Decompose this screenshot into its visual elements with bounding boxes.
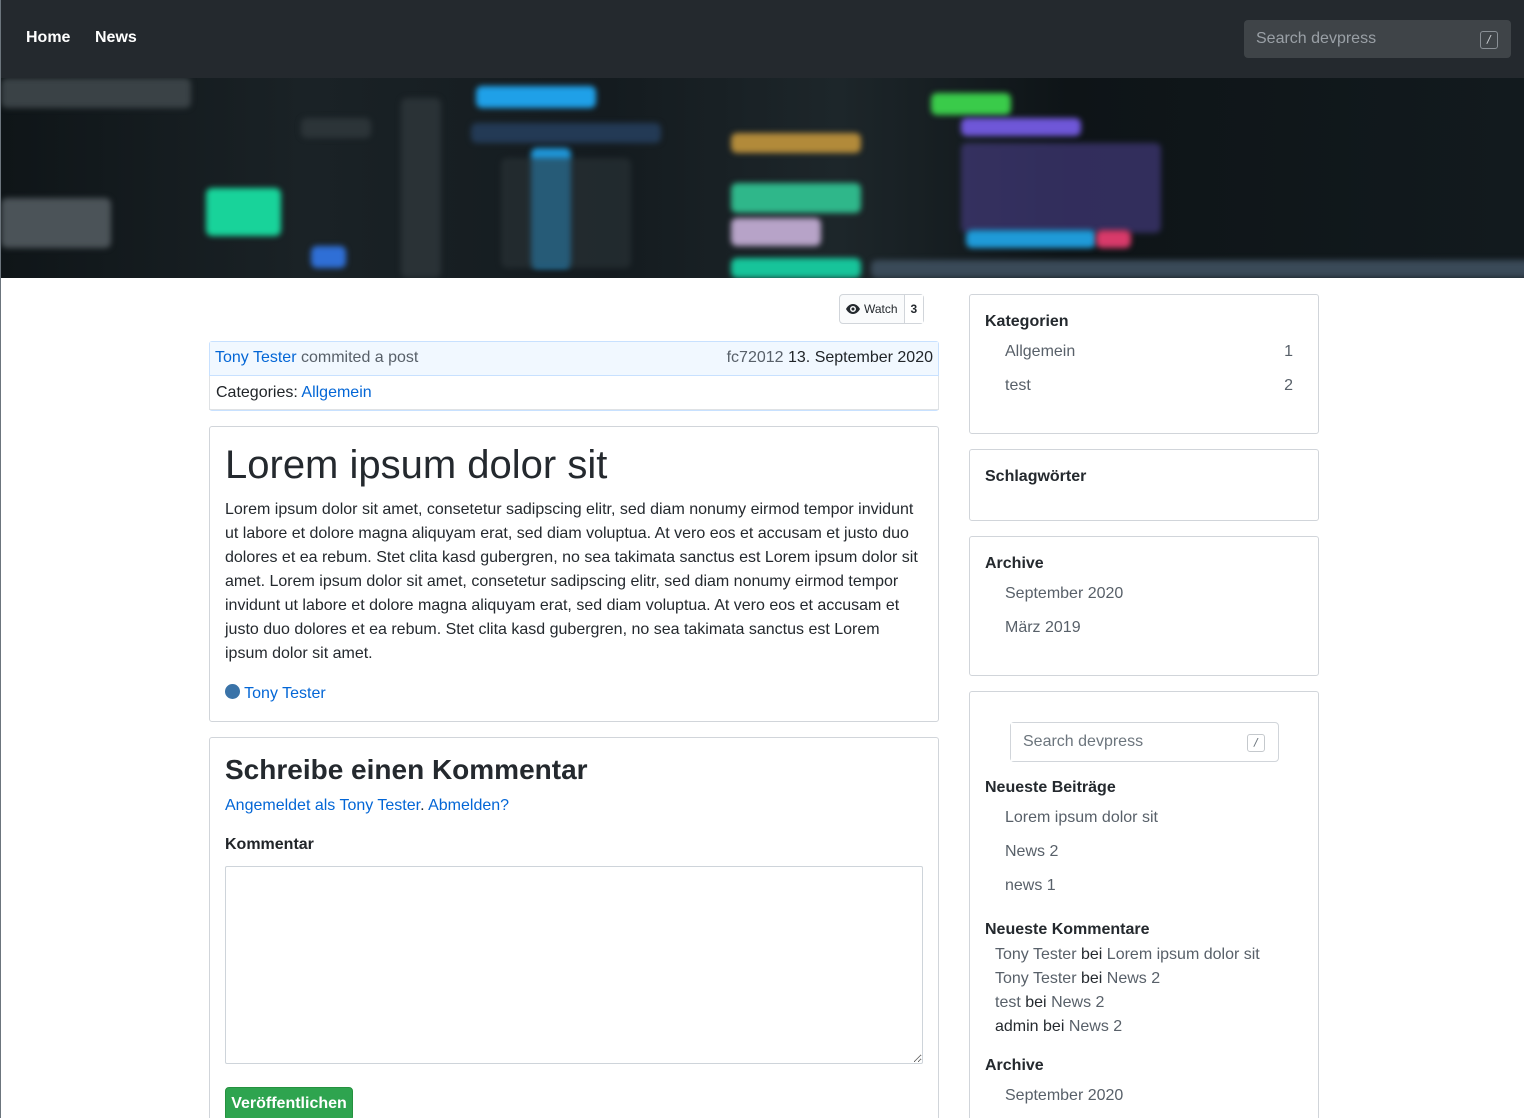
hero-code-image <box>1 78 1524 278</box>
commit-header: Tony Tester commited a post fc72012 13. … <box>210 342 938 376</box>
comment-post-link[interactable]: News 2 <box>1069 1018 1122 1035</box>
post-card: Lorem ipsum dolor sit Lorem ipsum dolor … <box>209 426 939 722</box>
category-item-test[interactable]: test <box>1005 377 1031 395</box>
recent-posts-title: Neueste Beiträge <box>985 779 1116 796</box>
comment-form-title: Schreibe einen Kommentar <box>225 754 588 785</box>
comment-author-link[interactable]: test <box>995 994 1021 1011</box>
logout-link[interactable]: Abmelden? <box>428 797 509 814</box>
watch-button[interactable]: Watch <box>840 295 905 323</box>
category-count: 1 <box>1284 343 1293 360</box>
sidebar-search-input[interactable] <box>1011 723 1241 761</box>
nav-home-link[interactable]: Home <box>26 29 70 47</box>
comment-bei: bei <box>1025 994 1047 1011</box>
header-search[interactable]: / <box>1244 20 1511 58</box>
commit-categories: Categories: Allgemein <box>209 376 939 410</box>
commit-date: 13. September 2020 <box>788 349 933 366</box>
post-body: Lorem ipsum dolor sit amet, consetetur s… <box>225 501 918 662</box>
watch-button-group: Watch 3 <box>839 294 924 324</box>
commit-action: commited a post <box>300 349 419 366</box>
category-count: 2 <box>1284 377 1293 394</box>
comment-textarea[interactable] <box>225 866 923 1064</box>
comment-author-link[interactable]: Tony Tester <box>995 946 1077 963</box>
archive-title: Archive <box>985 555 1044 572</box>
search-shortcut-key: / <box>1247 734 1265 752</box>
comment-post-link[interactable]: News 2 <box>1051 994 1104 1011</box>
commit-author-link[interactable]: Tony Tester <box>215 349 297 366</box>
header-search-input[interactable] <box>1244 20 1474 58</box>
comment-bei: bei <box>1080 946 1103 963</box>
category-link[interactable]: Allgemein <box>301 384 371 401</box>
comment-author-link[interactable]: Tony Tester <box>995 970 1077 987</box>
categories-label: Categories: <box>216 384 298 401</box>
eye-icon <box>846 304 860 314</box>
nav-news-link[interactable]: News <box>95 29 137 47</box>
comment-bei: bei <box>1080 970 1103 987</box>
tags-widget: Schlagwörter <box>969 449 1319 521</box>
recent-comments-title: Neueste Kommentare <box>985 921 1150 938</box>
recent-comment-item: Tony Tester bei Lorem ipsum dolor sit <box>995 946 1260 964</box>
publish-button[interactable]: Veröffentlichen <box>225 1087 353 1118</box>
recent-comment-item: admin bei News 2 <box>995 1018 1122 1036</box>
logged-in-separator: . <box>420 797 425 814</box>
post-author-link[interactable]: Tony Tester <box>244 685 326 702</box>
avatar <box>225 684 240 699</box>
category-item-allgemein[interactable]: Allgemein <box>1005 343 1075 361</box>
commit-hash[interactable]: fc72012 <box>727 349 784 366</box>
post-author: Tony Tester <box>225 684 326 703</box>
commit-info-box: Tony Tester commited a post fc72012 13. … <box>209 341 939 411</box>
archive-item-maerz-2019[interactable]: März 2019 <box>1005 619 1081 637</box>
categories-widget: Kategorien Allgemein 1 test 2 <box>969 294 1319 434</box>
watch-count[interactable]: 3 <box>904 295 923 323</box>
comment-post-link[interactable]: Lorem ipsum dolor sit <box>1107 946 1260 963</box>
comment-author: admin <box>995 1018 1039 1035</box>
widgets-block: / Neueste Beiträge Lorem ipsum dolor sit… <box>969 691 1319 1118</box>
recent-post-item[interactable]: News 2 <box>1005 843 1058 861</box>
sidebar-search[interactable]: / <box>1010 722 1279 762</box>
recent-comment-item: test bei News 2 <box>995 994 1104 1012</box>
comment-bei: bei <box>1043 1018 1065 1035</box>
archive-title: Archive <box>985 1057 1044 1074</box>
comment-post-link[interactable]: News 2 <box>1107 970 1160 987</box>
post-title: Lorem ipsum dolor sit <box>225 443 608 487</box>
archive-item-september-2020[interactable]: September 2020 <box>1005 1087 1123 1105</box>
logged-in-line: Angemeldet als Tony Tester. Abmelden? <box>225 797 509 815</box>
navbar: Home News / <box>1 0 1524 78</box>
recent-post-item[interactable]: Lorem ipsum dolor sit <box>1005 809 1158 827</box>
recent-post-item[interactable]: news 1 <box>1005 877 1056 895</box>
archive-item-september-2020[interactable]: September 2020 <box>1005 585 1123 603</box>
comment-form-card: Schreibe einen Kommentar Angemeldet als … <box>209 737 939 1118</box>
categories-title: Kategorien <box>985 313 1069 330</box>
archive-widget: Archive September 2020 März 2019 <box>969 536 1319 676</box>
logged-in-link[interactable]: Angemeldet als Tony Tester <box>225 797 420 814</box>
recent-comment-item: Tony Tester bei News 2 <box>995 970 1160 988</box>
tags-title: Schlagwörter <box>985 468 1087 485</box>
search-shortcut-key: / <box>1480 31 1498 49</box>
watch-label: Watch <box>864 302 898 316</box>
comment-label: Kommentar <box>225 836 314 853</box>
